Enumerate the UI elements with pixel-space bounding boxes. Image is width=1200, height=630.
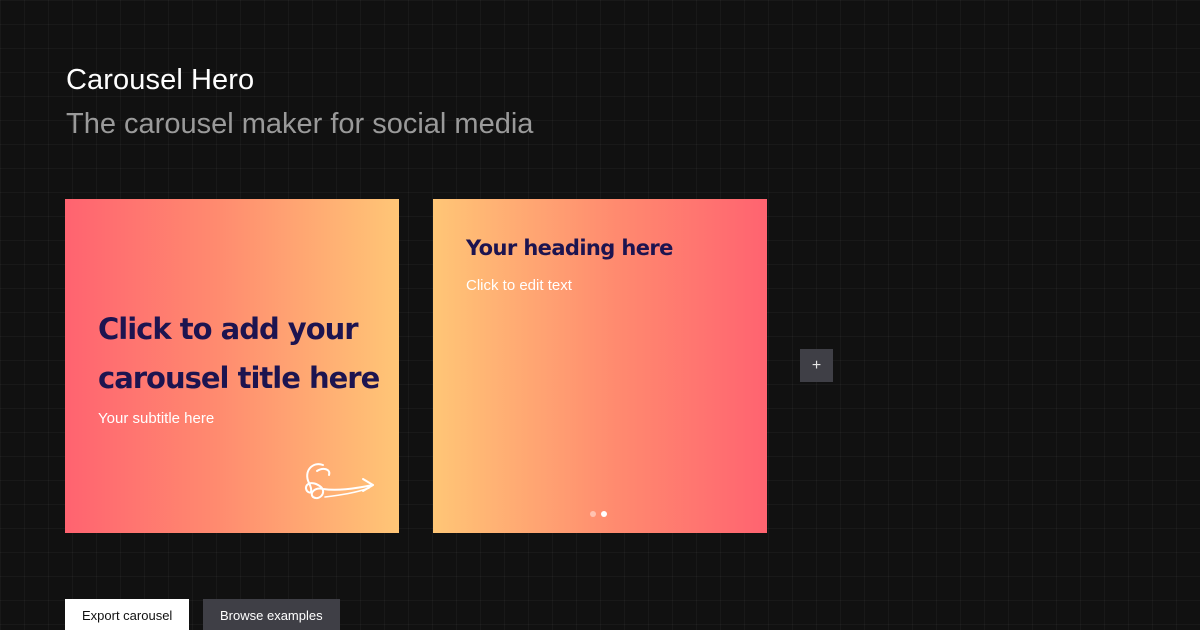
slide-pagination bbox=[590, 511, 607, 517]
slide-body-text[interactable]: Click to edit text bbox=[466, 277, 572, 294]
swipe-arrow-icon bbox=[305, 463, 374, 499]
slide-cover[interactable]: Click to add your carousel title here Yo… bbox=[65, 199, 399, 533]
slide-subtitle[interactable]: Your subtitle here bbox=[98, 410, 214, 427]
browse-examples-button[interactable]: Browse examples bbox=[203, 599, 340, 630]
add-slide-button[interactable]: + bbox=[800, 349, 833, 382]
slide-heading[interactable]: Your heading here bbox=[466, 236, 673, 260]
export-carousel-button[interactable]: Export carousel bbox=[65, 599, 190, 630]
pagination-dot bbox=[590, 511, 596, 517]
slide-title[interactable]: Click to add your carousel title here bbox=[98, 305, 388, 403]
app-subtitle: The carousel maker for social media bbox=[66, 108, 534, 140]
slide-content[interactable]: Your heading here Click to edit text bbox=[433, 199, 767, 533]
pagination-dot-active bbox=[601, 511, 607, 517]
page: { "header": { "title": "Carousel Hero", … bbox=[0, 0, 1200, 630]
app-title: Carousel Hero bbox=[66, 64, 255, 96]
